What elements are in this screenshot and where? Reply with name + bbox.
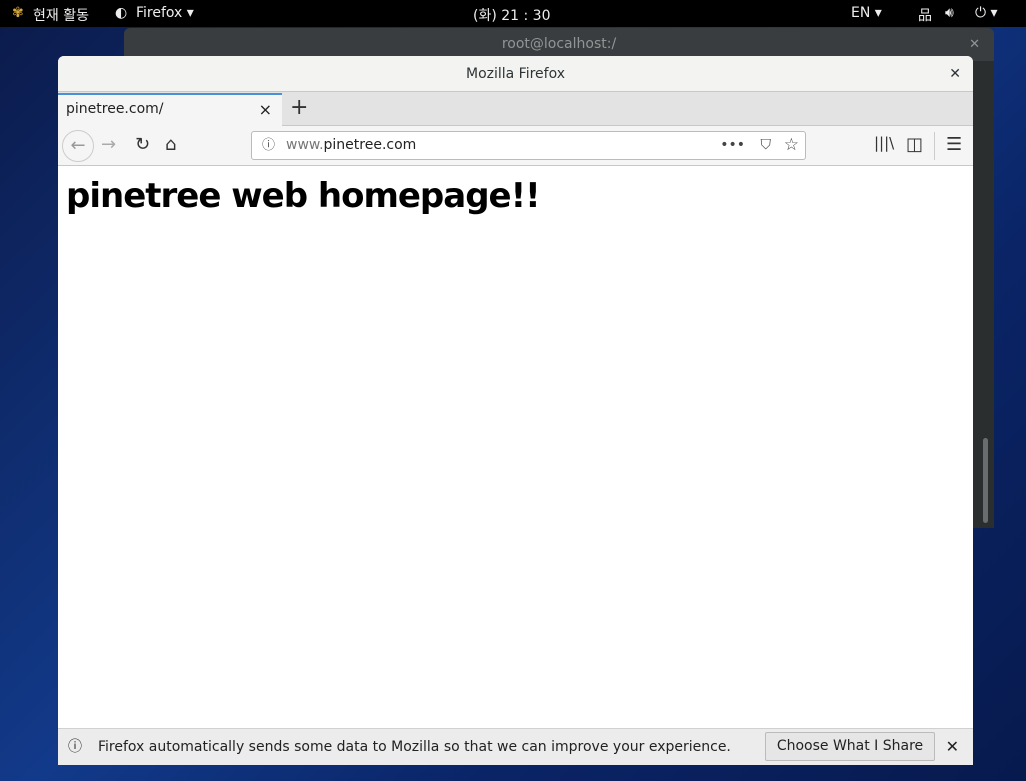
- info-icon[interactable]: ⓘ: [262, 132, 275, 159]
- window-close-button[interactable]: ✕: [949, 56, 961, 92]
- sidebar-icon[interactable]: ◫: [906, 134, 923, 155]
- notification-close-button[interactable]: ✕: [946, 729, 959, 765]
- tab-pinetree[interactable]: pinetree.com/ ×: [58, 93, 282, 126]
- data-sharing-notification: ⓘ Firefox automatically sends some data …: [58, 728, 973, 765]
- menu-icon[interactable]: ☰: [946, 134, 962, 155]
- clock[interactable]: (화) 21 : 30: [473, 5, 551, 25]
- activities-button[interactable]: 현재 활동: [33, 5, 89, 25]
- url-bar[interactable]: ⓘ www.pinetree.com ••• ⛉ ☆: [251, 131, 806, 160]
- notification-message: Firefox automatically sends some data to…: [98, 739, 731, 755]
- page-content: pinetree web homepage!!: [58, 166, 973, 226]
- new-tab-button[interactable]: +: [290, 95, 308, 120]
- firefox-window: Mozilla Firefox ✕ pinetree.com/ × + ← → …: [58, 56, 973, 765]
- terminal-scrollbar[interactable]: [983, 438, 988, 523]
- url-domain: pinetree.com: [323, 137, 417, 153]
- library-icon[interactable]: |||\: [874, 134, 894, 152]
- firefox-titlebar: Mozilla Firefox ✕: [58, 56, 973, 92]
- tab-title: pinetree.com/: [66, 101, 164, 117]
- bookmark-star-icon[interactable]: ☆: [784, 132, 799, 159]
- page-heading: pinetree web homepage!!: [66, 176, 541, 216]
- help-icon: ⓘ: [68, 739, 82, 755]
- nav-toolbar: ← → ↻ ⌂ ⓘ www.pinetree.com ••• ⛉ ☆ |||\ …: [58, 126, 973, 166]
- tab-bar: pinetree.com/ × +: [58, 92, 973, 126]
- power-icon[interactable]: ⏻ ▾: [975, 5, 998, 21]
- network-icon[interactable]: 品: [918, 5, 932, 25]
- language-menu[interactable]: EN ▾: [851, 5, 882, 21]
- reload-button[interactable]: ↻: [135, 134, 150, 155]
- page-actions-icon[interactable]: •••: [720, 132, 745, 159]
- window-title: Mozilla Firefox: [465, 66, 566, 82]
- url-prefix: www.: [286, 137, 324, 153]
- pocket-icon[interactable]: ⛉: [761, 132, 772, 159]
- volume-icon[interactable]: 🔊︎: [945, 5, 954, 21]
- gnome-top-bar: ✾ 현재 활동 ◐ Firefox ▾ (화) 21 : 30 EN ▾ 品 🔊…: [0, 0, 1026, 27]
- firefox-app-icon: ◐: [115, 5, 128, 21]
- choose-what-i-share-button[interactable]: Choose What I Share: [765, 732, 935, 761]
- back-button[interactable]: ←: [62, 130, 94, 162]
- toolbar-divider: [934, 132, 935, 160]
- activities-icon: ✾: [12, 5, 24, 21]
- home-button[interactable]: ⌂: [165, 134, 176, 155]
- tab-close-icon[interactable]: ×: [259, 100, 272, 119]
- forward-button[interactable]: →: [101, 134, 116, 155]
- app-menu[interactable]: Firefox ▾: [136, 5, 194, 21]
